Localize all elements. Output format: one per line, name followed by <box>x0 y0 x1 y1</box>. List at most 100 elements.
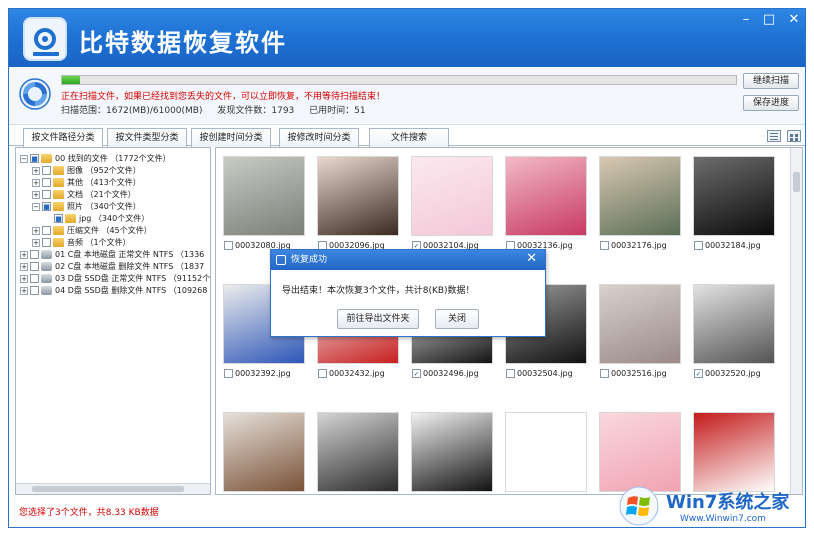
thumbnail-card[interactable]: 00032080.jpg <box>220 152 308 252</box>
minimize-button[interactable]: – <box>735 11 757 29</box>
close-button[interactable]: ✕ <box>783 11 805 29</box>
thumbnail-card[interactable]: ✓ 00032520.jpg <box>690 280 778 380</box>
thumbnail-card[interactable]: 00032184.jpg <box>690 152 778 252</box>
tree-checkbox[interactable] <box>30 274 39 283</box>
tree-checkbox[interactable]: ■ <box>54 214 63 223</box>
list-view-icon[interactable] <box>767 130 781 142</box>
folder-icon <box>53 178 64 187</box>
tree-horizontal-scrollbar[interactable] <box>16 483 210 494</box>
thumbnail-card[interactable]: 00032176.jpg <box>596 152 684 252</box>
tree-checkbox[interactable] <box>42 166 51 175</box>
tree-checkbox[interactable] <box>30 262 39 271</box>
tab-by-type[interactable]: 按文件类型分类 <box>107 128 187 147</box>
tree-checkbox[interactable] <box>42 238 51 247</box>
thumbnail-image[interactable] <box>693 284 775 364</box>
thumbnail-card[interactable] <box>596 408 684 494</box>
thumbnail-card[interactable]: 00032516.jpg <box>596 280 684 380</box>
thumbnail-checkbox[interactable] <box>600 369 609 378</box>
thumbnail-image[interactable] <box>599 284 681 364</box>
expand-icon[interactable]: + <box>32 226 40 235</box>
tree-item[interactable]: +02 C盘 本地磁盘 删除文件 NTFS （1837 <box>20 261 204 273</box>
thumbnail-image[interactable] <box>411 412 493 492</box>
tree-item[interactable]: + 文档 （21个文件） <box>32 189 136 201</box>
thumbnail-image[interactable] <box>693 156 775 236</box>
thumbnail-checkbox[interactable] <box>224 369 233 378</box>
tree-item[interactable]: + 压缩文件 （45个文件） <box>32 225 152 237</box>
thumbnail-checkbox[interactable]: ✓ <box>694 369 703 378</box>
tree-checkbox[interactable]: ■ <box>42 202 51 211</box>
thumbnail-image[interactable] <box>505 412 587 492</box>
thumbnail-card[interactable] <box>314 408 402 494</box>
thumbnail-card[interactable] <box>408 408 496 494</box>
thumbnail-card[interactable]: 00032136.jpg <box>502 152 590 252</box>
tree-item-label: 03 D盘 SSD盘 正常文件 NTFS （91152个 <box>55 274 211 283</box>
tree-item[interactable]: ■ jpg （340个文件） <box>44 213 149 225</box>
tree-item[interactable]: +04 D盘 SSD盘 删除文件 NTFS （109268 <box>20 285 207 297</box>
thumbnail-checkbox[interactable] <box>506 369 515 378</box>
thumbnail-image[interactable] <box>599 156 681 236</box>
collapse-icon[interactable]: − <box>32 202 40 211</box>
tree-checkbox[interactable] <box>30 286 39 295</box>
tree-item[interactable]: +03 D盘 SSD盘 正常文件 NTFS （91152个 <box>20 273 210 285</box>
tree-checkbox[interactable]: ■ <box>30 154 39 163</box>
expand-icon[interactable]: + <box>20 250 28 259</box>
dialog-close-icon[interactable]: ✕ <box>526 251 537 266</box>
collapse-icon[interactable]: − <box>20 154 28 163</box>
app-logo-icon <box>23 17 67 61</box>
tab-by-modified[interactable]: 按修改时间分类 <box>279 128 359 147</box>
thumbnail-image[interactable] <box>693 412 775 492</box>
maximize-button[interactable]: □ <box>758 11 780 29</box>
tree-checkbox[interactable] <box>30 250 39 259</box>
expand-icon[interactable]: + <box>32 178 40 187</box>
thumbnail-image[interactable] <box>599 412 681 492</box>
tab-file-search[interactable]: 文件搜索 <box>369 128 449 147</box>
tab-by-path[interactable]: 按文件路径分类 <box>23 128 103 148</box>
thumbnail-image[interactable] <box>223 156 305 236</box>
thumbnail-card[interactable]: 00032096.jpg <box>314 152 402 252</box>
expand-icon[interactable]: + <box>32 166 40 175</box>
tree-item[interactable]: + 图像 （952个文件） <box>32 165 141 177</box>
tree-item[interactable]: +01 C盘 本地磁盘 正常文件 NTFS （1336 <box>20 249 204 261</box>
continue-scan-button[interactable]: 继续扫描 <box>743 73 799 89</box>
tree-checkbox[interactable] <box>42 226 51 235</box>
thumbnail-image[interactable] <box>505 156 587 236</box>
tree-item[interactable]: − ■ 00 找到的文件 （1772个文件） <box>20 153 171 165</box>
thumbnail-filename: 00032176.jpg <box>611 241 667 250</box>
thumbnail-image[interactable] <box>317 412 399 492</box>
open-export-folder-button[interactable]: 前往导出文件夹 <box>337 309 419 329</box>
thumbnail-checkbox[interactable] <box>318 369 327 378</box>
watermark-url: Www.Winwin7.com <box>680 514 766 524</box>
tree-item[interactable]: + 音频 （1个文件） <box>32 237 131 249</box>
tree-item[interactable]: + 其他 （413个文件） <box>32 177 141 189</box>
expand-icon[interactable]: + <box>20 286 28 295</box>
tree-item[interactable]: − ■ 照片 （340个文件） <box>32 201 141 213</box>
expand-icon[interactable]: + <box>32 190 40 199</box>
thumbnail-image[interactable] <box>223 412 305 492</box>
tree-checkbox[interactable] <box>42 178 51 187</box>
grid-view-icon[interactable] <box>787 130 801 142</box>
thumbnail-checkbox[interactable]: ✓ <box>412 369 421 378</box>
thumbnail-card[interactable]: ✓ 00032104.jpg <box>408 152 496 252</box>
thumbnail-card[interactable] <box>220 408 308 494</box>
thumbnail-checkbox[interactable] <box>694 241 703 250</box>
save-progress-button[interactable]: 保存进度 <box>743 95 799 111</box>
thumbnail-caption: ✓ 00032520.jpg <box>694 369 761 378</box>
thumbnail-card[interactable] <box>690 408 778 494</box>
thumbnail-card[interactable] <box>502 408 590 494</box>
thumbnail-checkbox[interactable] <box>600 241 609 250</box>
site-watermark: Win7系统之家 Www.Winwin7.com <box>618 484 810 532</box>
thumbnail-filename: 00032520.jpg <box>705 369 761 378</box>
files-found: 发现文件数：1793 <box>217 106 295 116</box>
tree-checkbox[interactable] <box>42 190 51 199</box>
dialog-close-button[interactable]: 关闭 <box>435 309 479 329</box>
grid-vertical-scrollbar[interactable] <box>790 148 802 494</box>
expand-icon[interactable]: + <box>32 238 40 247</box>
thumbnail-image[interactable] <box>411 156 493 236</box>
expand-icon[interactable]: + <box>20 262 28 271</box>
expand-icon[interactable]: + <box>20 274 28 283</box>
thumbnail-image[interactable] <box>317 156 399 236</box>
tab-by-created[interactable]: 按创建时间分类 <box>191 128 271 147</box>
drive-icon <box>41 250 52 259</box>
thumbnail-checkbox[interactable] <box>224 241 233 250</box>
scan-progress-fill <box>62 76 81 84</box>
